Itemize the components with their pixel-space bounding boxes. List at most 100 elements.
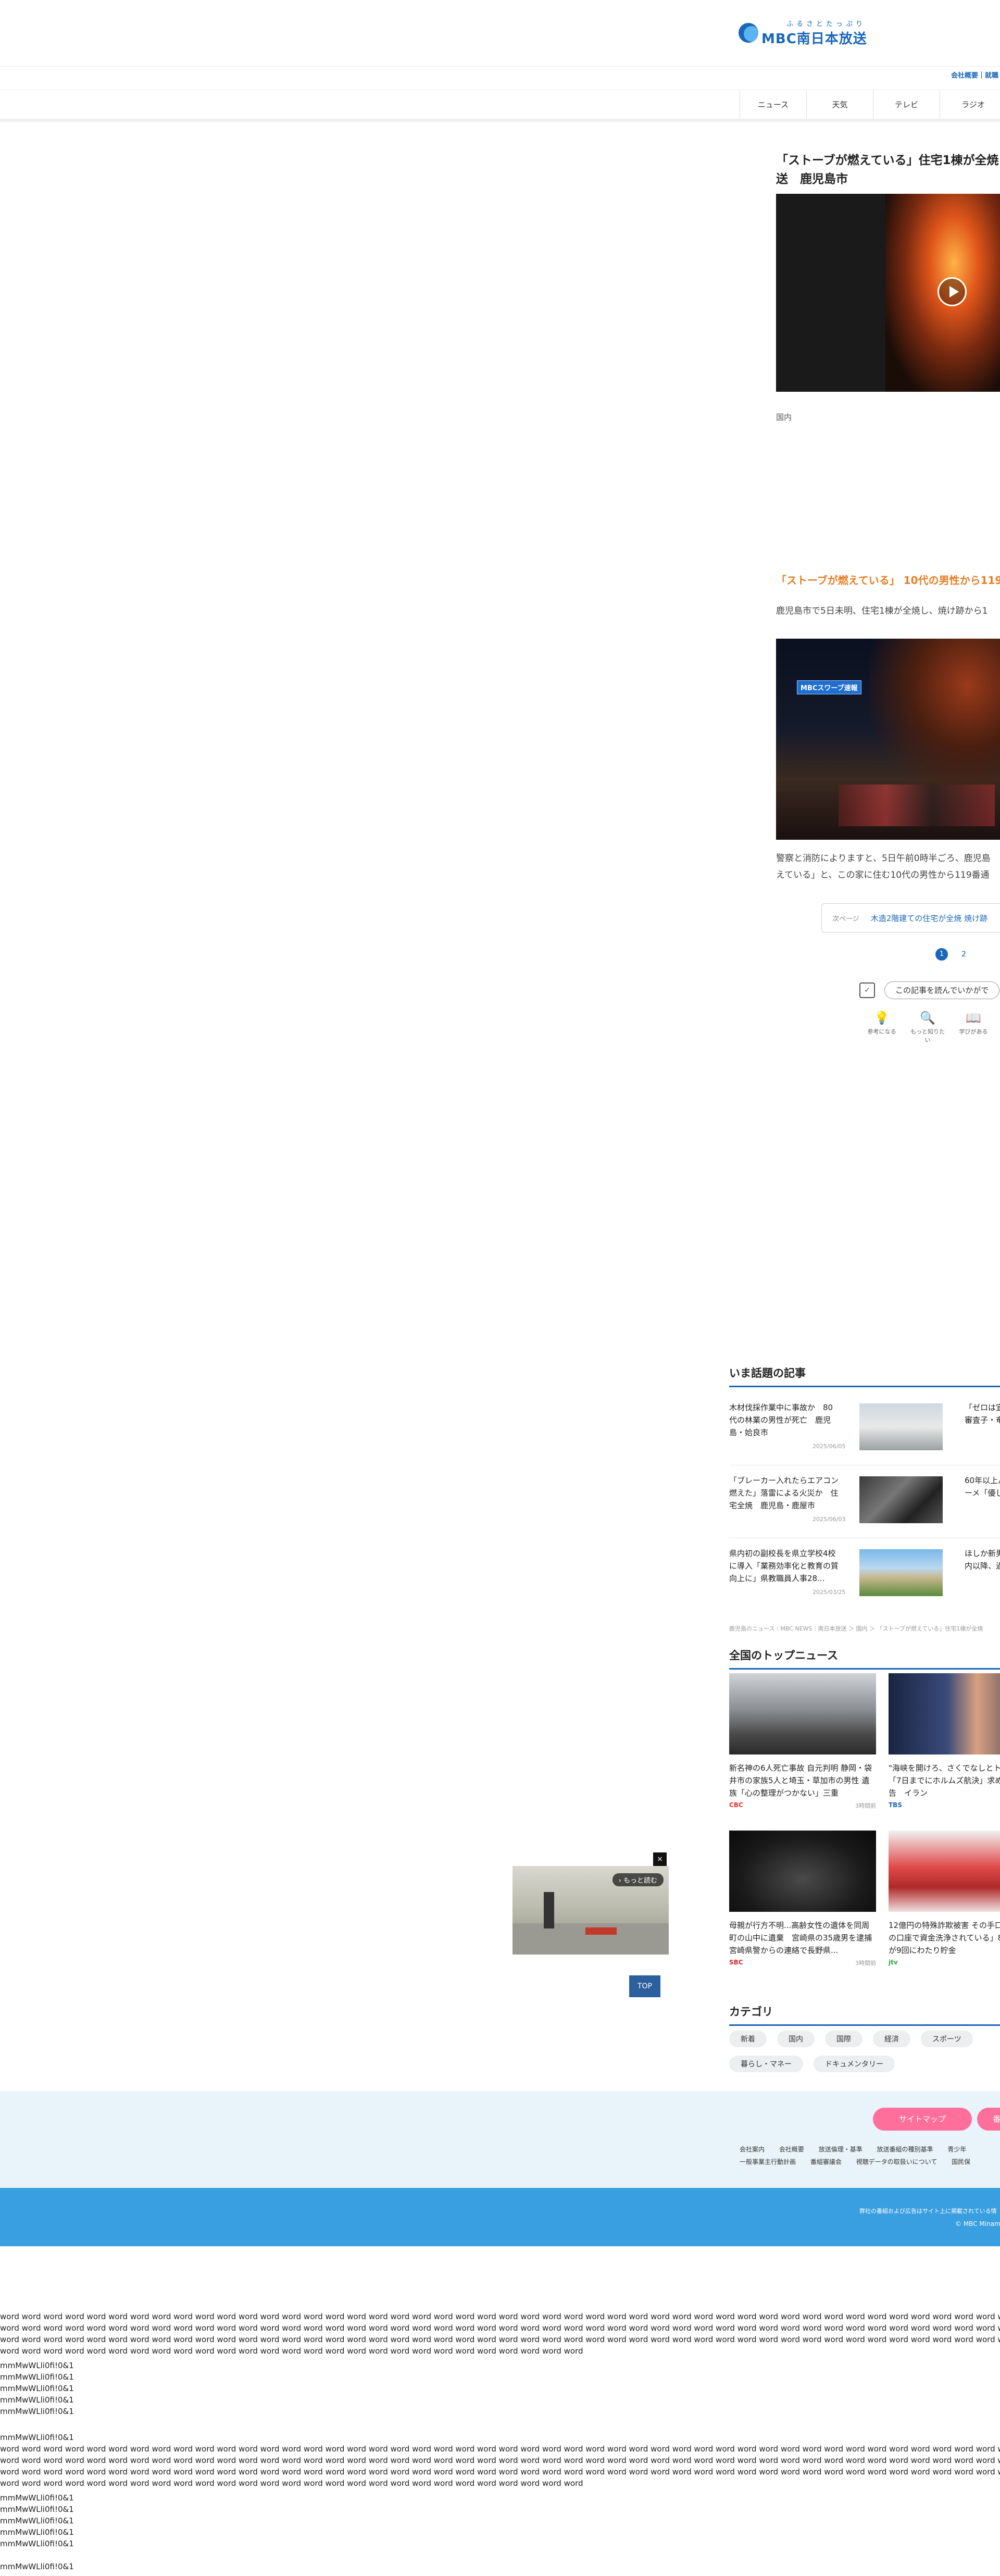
article-body: 警察と消防によりますと、5日午前0時半ごろ、鹿児島 えている」と、この家に住む1… — [776, 850, 1000, 883]
reaction-label: 参考になる — [867, 1028, 896, 1035]
footer-link[interactable]: 国民保 — [952, 2158, 970, 2166]
article-subheading: 「ストーブが燃えている」 10代の男性から119 — [776, 574, 1000, 587]
news-thumbnail — [889, 1673, 1000, 1754]
article-body-line: 警察と消防によりますと、5日午前0時半ごろ、鹿児島 — [776, 853, 991, 864]
word-line: word word word word word word word word … — [0, 2312, 1000, 2321]
close-icon[interactable]: × — [653, 1852, 667, 1866]
word-line: word word word word word word word word … — [0, 2456, 1000, 2465]
pagination: 1 2 — [935, 948, 966, 961]
play-icon[interactable] — [938, 277, 967, 306]
news-card[interactable]: "海峡を開けろ、さくでなしとトランプ氏「7日までにホルムズ航決」求め攻撃の警告 … — [889, 1673, 1000, 1809]
program-button[interactable]: 番組 — [977, 2108, 1000, 2131]
copyright-band — [0, 2188, 1000, 2246]
trending-title-right[interactable]: ほしか新男性 県内以降、過去 — [965, 1547, 1000, 1585]
footer-link[interactable]: 視聴データの取扱いについて — [856, 2158, 938, 2166]
reaction-helpful[interactable]: 💡 参考になる — [863, 1011, 901, 1044]
article-category[interactable]: 国内 — [776, 412, 792, 422]
back-to-top-button[interactable]: TOP — [629, 1975, 660, 1997]
sitemap-button[interactable]: サイトマップ — [873, 2108, 972, 2131]
news-title: "海峡を開けろ、さくでなしとトランプ氏「7日までにホルムズ航決」求め攻撃の警告 … — [889, 1763, 1000, 1798]
trending-item[interactable]: 県内初の副校長を県立学校4校に導入「業務効率化と教育の質向上に」県教職員人事28… — [729, 1547, 865, 1610]
trending-title-right[interactable]: 「ゼロは宜試二次審査子・奄美市 — [965, 1401, 1000, 1439]
article-title: 「ストーブが燃えている」住宅1棟が全焼 送 鹿児島市 — [776, 154, 999, 186]
breadcrumb[interactable]: 鹿児島のニュース｜MBC NEWS｜南日本放送 ＞ 国内 ＞ 「ストーブが燃えて… — [729, 1624, 1000, 1633]
trending-thumbnail[interactable] — [859, 1403, 943, 1450]
trending-date: 2025/03/25 — [813, 1589, 846, 1596]
glyph-line: mmMwWLli0fi!0&1 — [0, 2493, 74, 2503]
logo-text: ふるさとたっぷり MBC南日本放送 — [761, 18, 867, 47]
glyph-block: mmMwWLli0fi!0&1 — [0, 2561, 1000, 2572]
trending-item[interactable]: 木材伐採作業中に事故か 80代の林業の男性が死亡 鹿児島・姶良市 2025/06… — [729, 1401, 865, 1464]
site-logo[interactable]: ふるさとたっぷり MBC南日本放送 — [739, 19, 874, 47]
page-2[interactable]: 2 — [961, 950, 966, 959]
next-page-title: 木造2階建ての住宅が全焼 焼け跡 — [870, 913, 988, 923]
footer-link[interactable]: 番組審議会 — [810, 2158, 842, 2166]
magnifier-icon: 🔍 — [920, 1011, 935, 1025]
trending-thumbnail[interactable] — [859, 1549, 943, 1596]
floating-video-ad[interactable]: › もっと読む — [512, 1866, 669, 1955]
survey-button[interactable]: この記事を読んでいかがで — [884, 981, 1000, 999]
footer-link[interactable]: 会社概要 — [779, 2146, 804, 2153]
chip-international[interactable]: 国際 — [825, 2031, 863, 2047]
nav-item-tv[interactable]: テレビ — [873, 90, 940, 119]
reaction-buttons: 💡 参考になる 🔍 もっと知りたい 📖 学びがある — [863, 1011, 993, 1044]
photo-smoke — [870, 639, 1000, 795]
page-1[interactable]: 1 — [935, 948, 948, 961]
footer-link[interactable]: 一般事業主行動計画 — [740, 2158, 796, 2166]
corporate-link[interactable]: 会社概要｜就職 — [951, 70, 998, 80]
news-thumbnail — [729, 1831, 876, 1912]
lightbulb-icon: 💡 — [874, 1011, 890, 1025]
mbc-logo-icon — [739, 23, 758, 43]
reaction-learned[interactable]: 📖 学びがある — [954, 1011, 993, 1044]
news-thumbnail — [729, 1673, 876, 1754]
copyright: © MBC Minami — [955, 2220, 1000, 2227]
text-block: word word word word word word word word … — [0, 2311, 1000, 2357]
trending-date: 2025/06/05 — [813, 1443, 846, 1450]
logo-tagline: ふるさとたっぷり — [786, 20, 866, 28]
footer-links: 会社案内 会社概要 放送倫理・基準 放送番組の種別基準 青少年 一般事業主行動計… — [740, 2143, 1000, 2168]
site-header: ふるさとたっぷり MBC南日本放送 — [0, 0, 1000, 67]
news-source: CBC — [729, 1801, 743, 1809]
chip-economy[interactable]: 経済 — [873, 2031, 910, 2047]
footer-link[interactable]: 青少年 — [947, 2146, 966, 2153]
next-page-link[interactable]: 次ページ 木造2階建ての住宅が全焼 焼け跡 — [821, 903, 1000, 932]
glyph-line: mmMwWLli0fi!0&1 — [0, 2516, 74, 2525]
glyph-line: mmMwWLli0fi!0&1 — [0, 2539, 74, 2548]
word-line: word word word word word word word word … — [0, 2323, 1000, 2333]
footer-link[interactable]: 会社案内 — [740, 2146, 765, 2153]
article-video[interactable] — [776, 194, 1000, 392]
trending-title: 「ブレーカー入れたらエアコン燃えた」落雷による火災か 住宅全焼 鹿児島・鹿屋市 — [729, 1476, 839, 1510]
footer-link[interactable]: 放送番組の種別基準 — [877, 2146, 933, 2153]
article-photo: MBCスワーブ速報 — [776, 639, 1000, 840]
news-source: SBC — [729, 1959, 743, 1966]
news-card[interactable]: 母親が行方不明...高齢女性の遺体を同周町の山中に遺棄 宮崎県の35歳男を逮捕 … — [729, 1831, 876, 1967]
nav-item-news[interactable]: ニュース — [740, 90, 806, 119]
chip-latest[interactable]: 新着 — [729, 2031, 767, 2047]
chip-documentary[interactable]: ドキュメンタリー — [814, 2056, 895, 2072]
chip-sports[interactable]: スポーツ — [921, 2031, 973, 2047]
reaction-want-more[interactable]: 🔍 もっと知りたい — [908, 1011, 947, 1044]
news-date: 3時間前 — [855, 1802, 876, 1809]
text-block: mmMwWLli0fi!0&1 word word word word word… — [0, 2432, 1000, 2489]
news-card[interactable]: 新名神の6人死亡事故 自元判明 静岡・袋井市の家族5人と埼玉・草加市の男性 遺族… — [729, 1673, 876, 1810]
chip-domestic[interactable]: 国内 — [777, 2031, 815, 2047]
glyph-line: mmMwWLli0fi!0&1 — [0, 2505, 74, 2514]
nav-item-radio[interactable]: ラジオ — [940, 90, 1000, 119]
photo-emergency-lights — [839, 785, 995, 826]
footer-link[interactable]: 放送倫理・基準 — [819, 2146, 863, 2153]
chip-living[interactable]: 暮らし・マネー — [729, 2056, 803, 2072]
nav-item-weather[interactable]: 天気 — [806, 90, 873, 119]
trending-item[interactable]: 「ブレーカー入れたらエアコン燃えた」落雷による火災か 住宅全焼 鹿児島・鹿屋市 … — [729, 1474, 865, 1537]
word-line: word word word word word word word word … — [0, 2335, 1000, 2344]
photo-badge: MBCスワーブ速報 — [797, 680, 861, 694]
trending-title-right[interactable]: 60年以上んやラーメ「優しい味 — [965, 1474, 1000, 1512]
glyph-line: mmMwWLli0fi!0&1 — [0, 2562, 74, 2571]
category-chips: 新着 国内 国際 経済 スポーツ 暮らし・マネー ドキュメンタリー — [729, 2031, 1000, 2072]
top-news-heading: 全国のトップニュース — [729, 1647, 1000, 1670]
news-card[interactable]: 12億円の特殊詐欺被害 その手口「あなたの口座で資金洗浄されている」80代女性が… — [889, 1831, 1000, 1966]
trending-thumbnail[interactable] — [859, 1476, 943, 1523]
word-line: word word word word word word word word … — [0, 2346, 583, 2356]
read-more-button[interactable]: › もっと読む — [612, 1873, 664, 1886]
footer — [0, 2091, 1000, 2188]
news-date: 3時間前 — [855, 1960, 876, 1967]
